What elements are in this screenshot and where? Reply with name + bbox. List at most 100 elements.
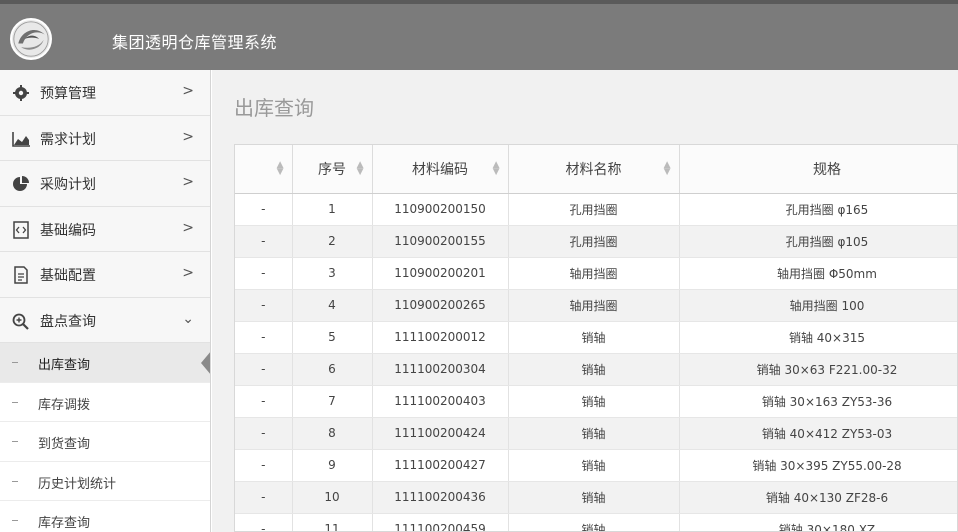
submenu-item[interactable]: 历史计划统计 (0, 461, 210, 501)
sidebar-item-base-config[interactable]: 基础配置 > (0, 252, 210, 298)
tree-dash (12, 401, 18, 403)
submenu-item-label: 历史计划统计 (38, 476, 117, 492)
submenu-item-label: 库存调拨 (38, 397, 91, 413)
sidebar-item-purchase-plan[interactable]: 采购计划 > (0, 161, 210, 207)
column-header[interactable]: 规格▲▼ (679, 145, 957, 194)
page-title: 出库查询 (234, 96, 314, 120)
column-header[interactable]: 材料编码 ▲ ▼ (372, 145, 509, 194)
table-cell: 销轴 30×163 ZY53-36 (679, 385, 957, 418)
table-cell: - (235, 225, 293, 258)
table-cell: 销轴 (508, 449, 680, 482)
sidebar-item-inventory-query[interactable]: 盘点查询 ⌄ (0, 297, 210, 343)
sidebar-item-label: 基础配置 (40, 268, 96, 284)
table-header-row: ▲▼序号▲▼材料编码▲▼材料名称▲▼规格▲▼ (235, 145, 957, 194)
table-cell: - (235, 321, 293, 354)
table-row[interactable]: -8 111100200424 销轴 销轴 40×412 ZY53-03 (235, 417, 957, 450)
table-cell: 销轴 40×130 ZF28-6 (679, 481, 957, 514)
sidebar-nav: 预算管理 > 需求计划 > 采购计划 > 基础编码 > 基础配置 > 盘点查询 ⌄ 出库查询 库存调拨 到货… (0, 70, 211, 532)
gear-icon (11, 84, 31, 102)
tree-dash (12, 362, 18, 363)
sort-icon[interactable]: ▲ ▼ (357, 161, 364, 177)
table-cell: 销轴 (508, 385, 680, 418)
table-cell: 111100200436 (372, 481, 509, 514)
table-cell: 111100200304 (372, 353, 509, 386)
table-cell: 111100200012 (372, 321, 509, 354)
sidebar-item-label: 盘点查询 (40, 313, 96, 330)
table-cell: 销轴 (508, 513, 680, 531)
table-cell: - (235, 417, 293, 450)
sidebar-item-label: 预算管理 (40, 86, 96, 102)
sort-icon[interactable]: ▲ ▼ (664, 161, 671, 177)
app-title: 集团透明仓库管理系统 (112, 33, 278, 52)
table-cell: 110900200155 (372, 225, 509, 258)
chevron-down-icon: ⌄ (182, 310, 194, 327)
chevron-right-icon: > (182, 219, 194, 236)
app-header: 集团透明仓库管理系统 (0, 0, 958, 70)
column-header[interactable]: 序号 ▲ ▼ (292, 145, 373, 194)
table-row[interactable]: -11 111100200459 销轴 销轴 30×180 XZ (235, 513, 957, 531)
table-cell: 5 (292, 321, 373, 354)
submenu-item[interactable]: 到货查询 (0, 422, 210, 462)
table-cell: 3 (292, 257, 373, 290)
submenu-item-label: 到货查询 (38, 437, 91, 452)
table-cell: - (235, 353, 293, 386)
table-row[interactable]: -10 111100200436 销轴 销轴 40×130 ZF28-6 (235, 481, 957, 514)
tree-dash (12, 480, 18, 482)
main-content: 出库查询 ▲▼序号▲▼材料编码▲▼材料名称▲▼规格▲▼ -11109002001… (212, 70, 958, 532)
table-cell: 销轴 40×315 (679, 321, 957, 354)
table-cell: 孔用挡圈 (508, 193, 680, 226)
table-row[interactable]: -3 110900200201 轴用挡圈 轴用挡圈 Φ50mm (235, 257, 957, 290)
table-cell: - (235, 193, 293, 226)
table-cell: 10 (292, 481, 373, 514)
sort-icon[interactable]: ▲ ▼ (493, 161, 500, 177)
table-cell: - (235, 449, 293, 482)
table-row[interactable]: -2 110900200155 孔用挡圈 孔用挡圈 φ105 (235, 225, 957, 258)
submenu-item[interactable]: 库存调拨 (0, 382, 210, 422)
column-header[interactable]: 材料名称 ▲ ▼ (508, 145, 680, 194)
active-marker-icon (201, 351, 210, 375)
table-cell: 孔用挡圈 (508, 225, 680, 258)
document-icon (11, 266, 31, 284)
table-cell: 111100200459 (372, 513, 509, 531)
tree-dash (12, 441, 18, 442)
table-cell: 销轴 (508, 321, 680, 354)
table-cell: 111100200403 (372, 385, 509, 418)
table-cell: 2 (292, 225, 373, 258)
chevron-right-icon: > (182, 83, 194, 99)
table-row[interactable]: -1 110900200150 孔用挡圈 孔用挡圈 φ165 (235, 193, 957, 226)
swirl-logo-icon[interactable] (10, 18, 52, 60)
table-cell: - (235, 385, 293, 418)
sidebar-item-label: 基础编码 (40, 222, 96, 239)
table-row[interactable]: -6 111100200304 销轴 销轴 30×63 F221.00-32 (235, 353, 957, 386)
submenu-item[interactable]: 出库查询 (0, 343, 210, 383)
table-cell: 111100200427 (372, 449, 509, 482)
table-cell: 9 (292, 449, 373, 482)
table-cell: 孔用挡圈 φ105 (679, 225, 957, 258)
table-cell: 11 (292, 513, 373, 531)
sidebar-item-budget[interactable]: 预算管理 > (0, 70, 210, 116)
table-row[interactable]: -5 111100200012 销轴 销轴 40×315 (235, 321, 957, 354)
column-header[interactable]: ▲ ▼ (235, 145, 293, 194)
table-cell: 110900200265 (372, 289, 509, 322)
table-cell: 轴用挡圈 (508, 257, 680, 290)
chevron-right-icon: > (182, 128, 194, 145)
table-row[interactable]: -7 111100200403 销轴 销轴 30×163 ZY53-36 (235, 385, 957, 418)
table-cell: 8 (292, 417, 373, 450)
table-row[interactable]: -4 110900200265 轴用挡圈 轴用挡圈 100 (235, 289, 957, 322)
magnifier-plus-icon (11, 312, 31, 330)
code-file-icon (11, 220, 31, 239)
table-cell: 销轴 (508, 353, 680, 386)
sidebar-item-base-code[interactable]: 基础编码 > (0, 206, 210, 252)
submenu-item[interactable]: 库存查询 (0, 501, 210, 532)
table-cell: - (235, 257, 293, 290)
submenu-item-label: 库存查询 (38, 516, 91, 531)
submenu-item-label: 出库查询 (38, 358, 91, 373)
sort-icon[interactable]: ▲ ▼ (277, 161, 284, 177)
tree-dash (12, 520, 18, 521)
table-cell: 7 (292, 385, 373, 418)
sidebar-item-demand-plan[interactable]: 需求计划 > (0, 115, 210, 161)
table-cell: 销轴 30×63 F221.00-32 (679, 353, 957, 386)
table-row[interactable]: -9 111100200427 销轴 销轴 30×395 ZY55.00-28 (235, 449, 957, 482)
table-cell: 110900200201 (372, 257, 509, 290)
table-cell: 销轴 (508, 417, 680, 450)
